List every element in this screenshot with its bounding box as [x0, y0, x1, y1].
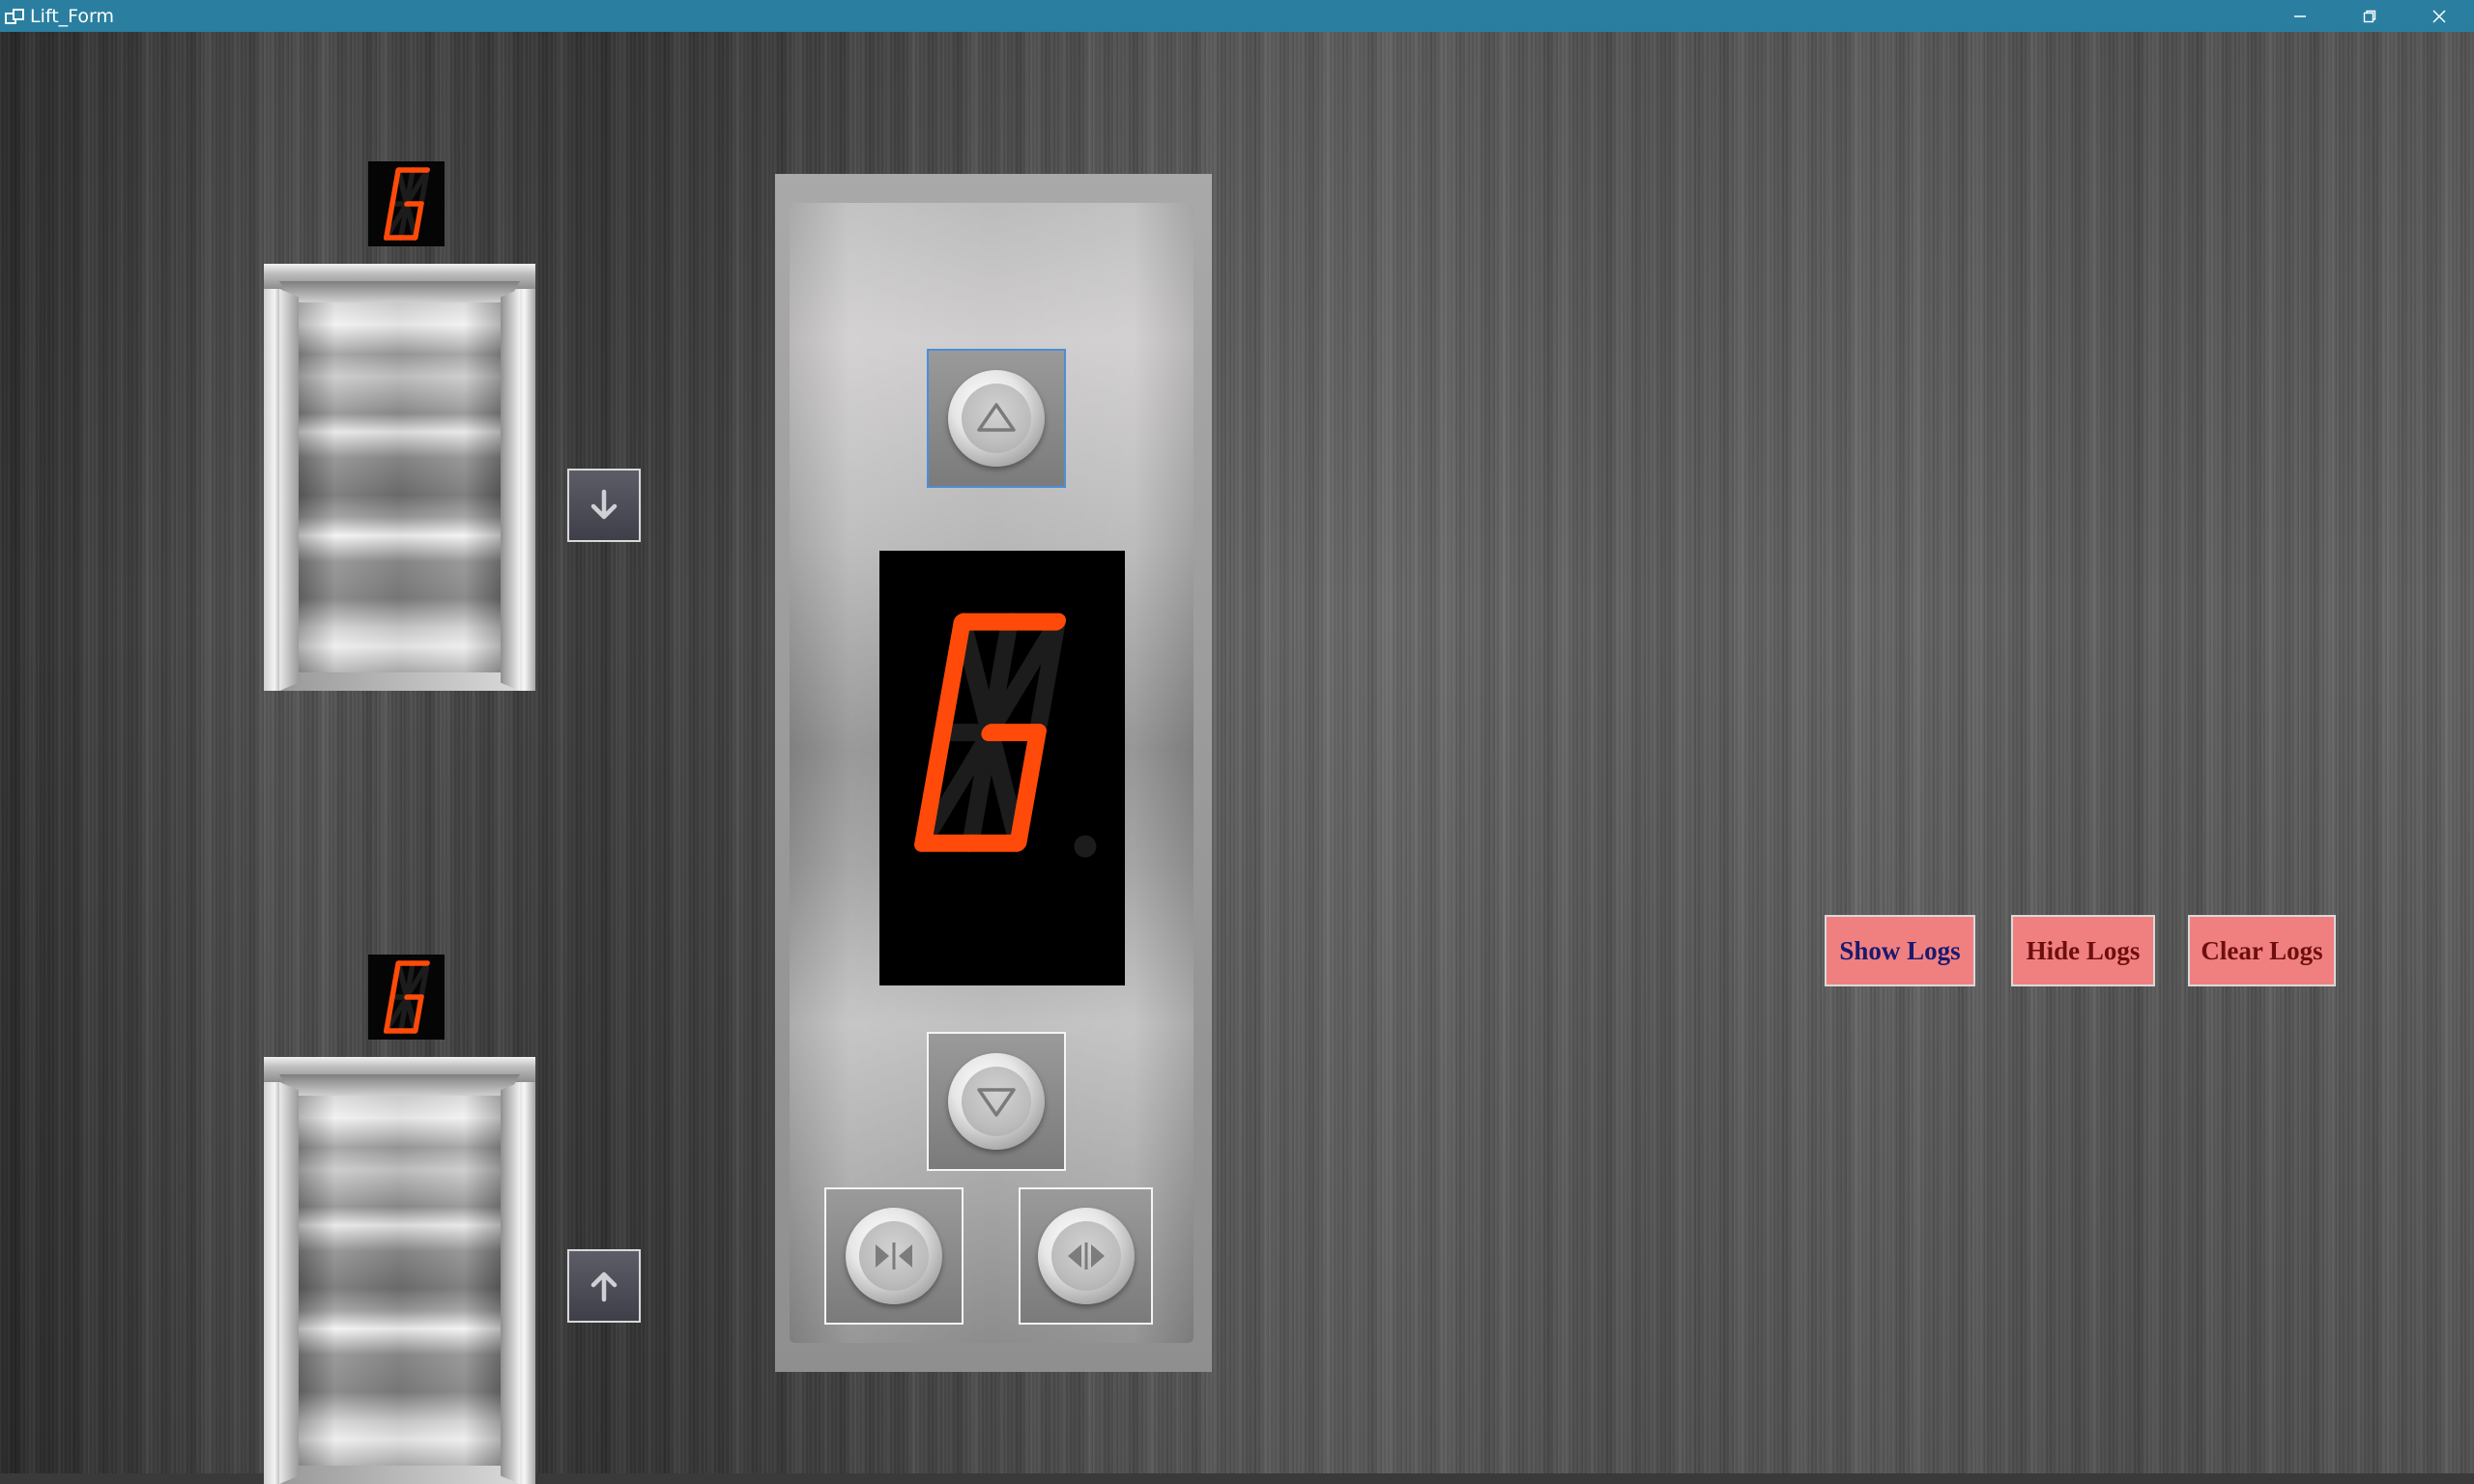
close-door-button[interactable] — [824, 1187, 964, 1325]
car-floor-display — [879, 551, 1125, 985]
up-arrow-icon — [590, 1271, 618, 1302]
window-controls — [2265, 0, 2474, 32]
restore-button[interactable] — [2335, 0, 2404, 32]
car-floor-display-digit — [914, 613, 1097, 858]
lower-elevator-door — [264, 1057, 535, 1484]
car-up-button[interactable] — [927, 349, 1066, 488]
upper-floor-down-call-button[interactable] — [567, 469, 641, 542]
upper-elevator-door — [264, 264, 535, 691]
close-button[interactable] — [2404, 0, 2474, 32]
upper-floor-indicator — [368, 161, 445, 246]
minimize-button[interactable] — [2265, 0, 2335, 32]
up-triangle-icon — [977, 403, 1016, 432]
lower-floor-indicator — [368, 955, 445, 1040]
down-arrow-icon — [590, 489, 618, 520]
title-bar: Lift_Form — [0, 0, 2474, 32]
down-triangle-icon — [977, 1088, 1016, 1117]
lower-floor-indicator-digit — [383, 960, 430, 1034]
lower-floor-up-call-button[interactable] — [567, 1249, 641, 1323]
lower-door-panels — [299, 1096, 501, 1466]
app-icon — [5, 7, 26, 26]
clear-logs-button[interactable]: Clear Logs — [2188, 915, 2336, 986]
close-door-icon — [876, 1242, 912, 1270]
upper-floor-indicator-digit — [383, 167, 430, 241]
restore-icon — [2363, 10, 2376, 22]
car-down-button[interactable] — [927, 1032, 1066, 1171]
minimize-icon — [2294, 14, 2306, 17]
window-title: Lift_Form — [30, 5, 115, 27]
show-logs-button[interactable]: Show Logs — [1825, 915, 1975, 986]
hide-logs-button[interactable]: Hide Logs — [2011, 915, 2155, 986]
open-door-icon — [1067, 1242, 1105, 1270]
open-door-button[interactable] — [1019, 1187, 1153, 1325]
close-icon — [2432, 9, 2446, 23]
upper-door-panels — [299, 302, 501, 672]
